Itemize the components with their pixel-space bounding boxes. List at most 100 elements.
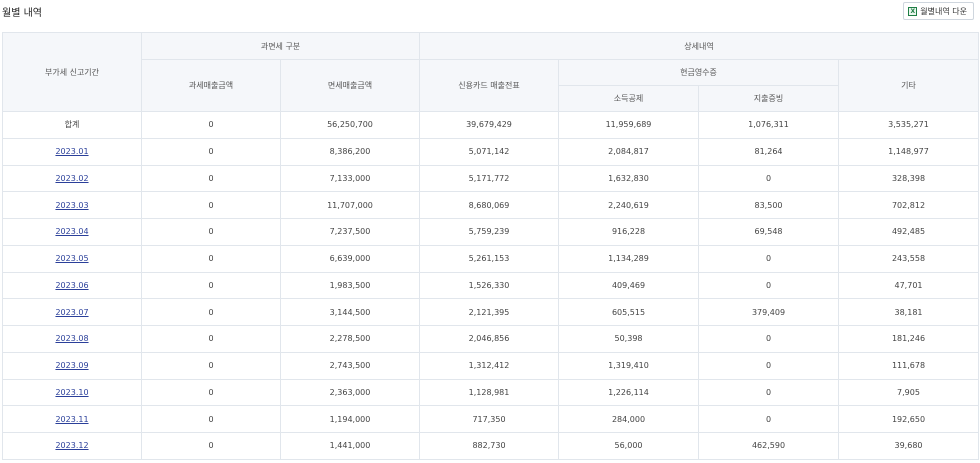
cell-taxable-sales: 0 [141, 218, 281, 246]
cell-card-sales: 717,350 [419, 405, 559, 433]
cell-taxable-sales: 0 [141, 271, 281, 300]
cell-taxable-sales: 0 [141, 191, 281, 219]
cell-income-deduction: 2,240,619 [558, 191, 699, 219]
cell-other: 3,535,271 [837, 111, 980, 139]
cell-card-sales: 5,171,772 [419, 164, 559, 193]
period-link[interactable]: 2023.11 [55, 415, 88, 424]
cell-tax-free-sales: 1,441,000 [280, 432, 420, 460]
cell-tax-free-sales: 1,194,000 [280, 405, 420, 433]
monthly-details-table: 부가세 신고기간 과면세 구분 상세내역 과세매출금액 면세매출금액 신용카드 … [2, 32, 980, 460]
cell-other: 243,558 [837, 244, 980, 273]
cell-expense-proof: 1,076,311 [698, 111, 839, 139]
table-row: 합계 0 56,250,700 39,679,429 11,959,689 1,076,3… [2, 111, 980, 139]
cell-period: 2023.07 [2, 298, 142, 326]
cell-other: 181,246 [837, 325, 980, 353]
cell-tax-free-sales: 56,250,700 [280, 111, 420, 139]
period-link[interactable]: 2023.12 [55, 441, 88, 450]
cell-income-deduction: 284,000 [558, 405, 699, 433]
cell-period: 2023.04 [2, 218, 142, 246]
period-link[interactable]: 2023.06 [55, 281, 88, 290]
period-link[interactable]: 2023.08 [55, 334, 88, 343]
cell-taxable-sales: 0 [141, 164, 281, 193]
cell-tax-free-sales: 8,386,200 [280, 137, 420, 166]
table-row: 2023.04 0 7,237,500 5,759,239 916,228 69,548 4… [2, 218, 980, 246]
cell-taxable-sales: 0 [141, 244, 281, 273]
cell-card-sales: 2,121,395 [419, 298, 559, 326]
table-body: 합계 0 56,250,700 39,679,429 11,959,689 1,076,3… [2, 111, 980, 460]
period-link[interactable]: 2023.01 [55, 147, 88, 156]
cell-tax-free-sales: 3,144,500 [280, 298, 420, 326]
table-row: 2023.10 0 2,363,000 1,128,981 1,226,114 0 7,90… [2, 378, 980, 407]
cell-expense-proof: 83,500 [698, 191, 839, 219]
cell-expense-proof: 81,264 [698, 137, 839, 166]
table-row: 2023.01 0 8,386,200 5,071,142 2,084,817 81,26… [2, 137, 980, 166]
cell-income-deduction: 605,515 [558, 298, 699, 326]
cell-income-deduction: 2,084,817 [558, 137, 699, 166]
page-title: 월별 내역 [2, 8, 42, 19]
table-row: 2023.03 0 11,707,000 8,680,069 2,240,619 83,5… [2, 191, 980, 219]
cell-card-sales: 2,046,856 [419, 325, 559, 353]
cell-taxable-sales: 0 [141, 351, 281, 380]
table-row: 2023.12 0 1,441,000 882,730 56,000 462,590 39,… [2, 432, 980, 460]
cell-other: 7,905 [837, 378, 980, 407]
cell-expense-proof: 0 [698, 325, 839, 353]
cell-tax-free-sales: 7,133,000 [280, 164, 420, 193]
cell-period: 2023.01 [2, 137, 142, 166]
cell-expense-proof: 0 [698, 244, 839, 273]
cell-period: 2023.02 [2, 164, 142, 193]
cell-taxable-sales: 0 [141, 298, 281, 326]
group-header-detail: 상세내역 [418, 32, 980, 60]
cell-income-deduction: 1,134,289 [558, 244, 699, 273]
cell-card-sales: 882,730 [419, 432, 559, 460]
cell-taxable-sales: 0 [141, 432, 281, 460]
column-header-taxable-sales: 과세매출금액 [141, 59, 281, 112]
cell-tax-free-sales: 2,743,500 [280, 351, 420, 380]
cell-other: 1,148,977 [837, 137, 980, 166]
cell-card-sales: 1,526,330 [419, 271, 559, 300]
table-row: 2023.02 0 7,133,000 5,171,772 1,632,830 0 328,… [2, 164, 980, 193]
column-header-expense-proof: 지출증빙 [698, 85, 839, 112]
period-link[interactable]: 2023.03 [55, 201, 88, 210]
cell-taxable-sales: 0 [141, 405, 281, 433]
table-row: 2023.08 0 2,278,500 2,046,856 50,398 0 181,246 [2, 325, 980, 353]
period-link[interactable]: 2023.02 [55, 174, 88, 183]
cell-tax-free-sales: 6,639,000 [280, 244, 420, 273]
monthly-download-button[interactable]: X 월별내역 다운 [903, 2, 974, 20]
cell-expense-proof: 0 [698, 351, 839, 380]
cell-period: 2023.09 [2, 351, 142, 380]
period-link[interactable]: 2023.09 [55, 361, 88, 370]
cell-income-deduction: 409,469 [558, 271, 699, 300]
cell-expense-proof: 462,590 [698, 432, 839, 460]
cell-expense-proof: 379,409 [698, 298, 839, 326]
cell-period: 합계 [2, 111, 142, 139]
cell-taxable-sales: 0 [141, 325, 281, 353]
cell-taxable-sales: 0 [141, 111, 281, 139]
cell-income-deduction: 916,228 [558, 218, 699, 246]
period-link[interactable]: 2023.05 [55, 254, 88, 263]
download-button-label: 월별내역 다운 [920, 6, 967, 16]
period-link[interactable]: 2023.04 [55, 227, 88, 236]
cell-income-deduction: 56,000 [558, 432, 699, 460]
table-row: 2023.09 0 2,743,500 1,312,412 1,319,410 0 111,… [2, 351, 980, 380]
cell-expense-proof: 69,548 [698, 218, 839, 246]
cell-taxable-sales: 0 [141, 378, 281, 407]
column-header-other: 기타 [837, 59, 980, 112]
cell-other: 38,181 [837, 298, 980, 326]
cell-tax-free-sales: 7,237,500 [280, 218, 420, 246]
cell-other: 328,398 [837, 164, 980, 193]
cell-expense-proof: 0 [698, 164, 839, 193]
cell-other: 111,678 [837, 351, 980, 380]
cell-tax-free-sales: 2,363,000 [280, 378, 420, 407]
cell-tax-free-sales: 1,983,500 [280, 271, 420, 300]
cell-period: 2023.03 [2, 191, 142, 219]
cell-income-deduction: 11,959,689 [558, 111, 699, 139]
cell-card-sales: 1,312,412 [419, 351, 559, 380]
cell-card-sales: 5,759,239 [419, 218, 559, 246]
cell-card-sales: 8,680,069 [419, 191, 559, 219]
cell-other: 192,650 [837, 405, 980, 433]
period-link[interactable]: 2023.10 [55, 388, 88, 397]
table-row: 2023.05 0 6,639,000 5,261,153 1,134,289 0 243,… [2, 244, 980, 273]
table-row: 2023.06 0 1,983,500 1,526,330 409,469 0 47,701 [2, 271, 980, 300]
monthly-details-panel: 월별 내역 X 월별내역 다운 부가세 신고기간 과면세 구분 상세내역 과세매… [0, 0, 980, 463]
period-link[interactable]: 2023.07 [55, 308, 88, 317]
